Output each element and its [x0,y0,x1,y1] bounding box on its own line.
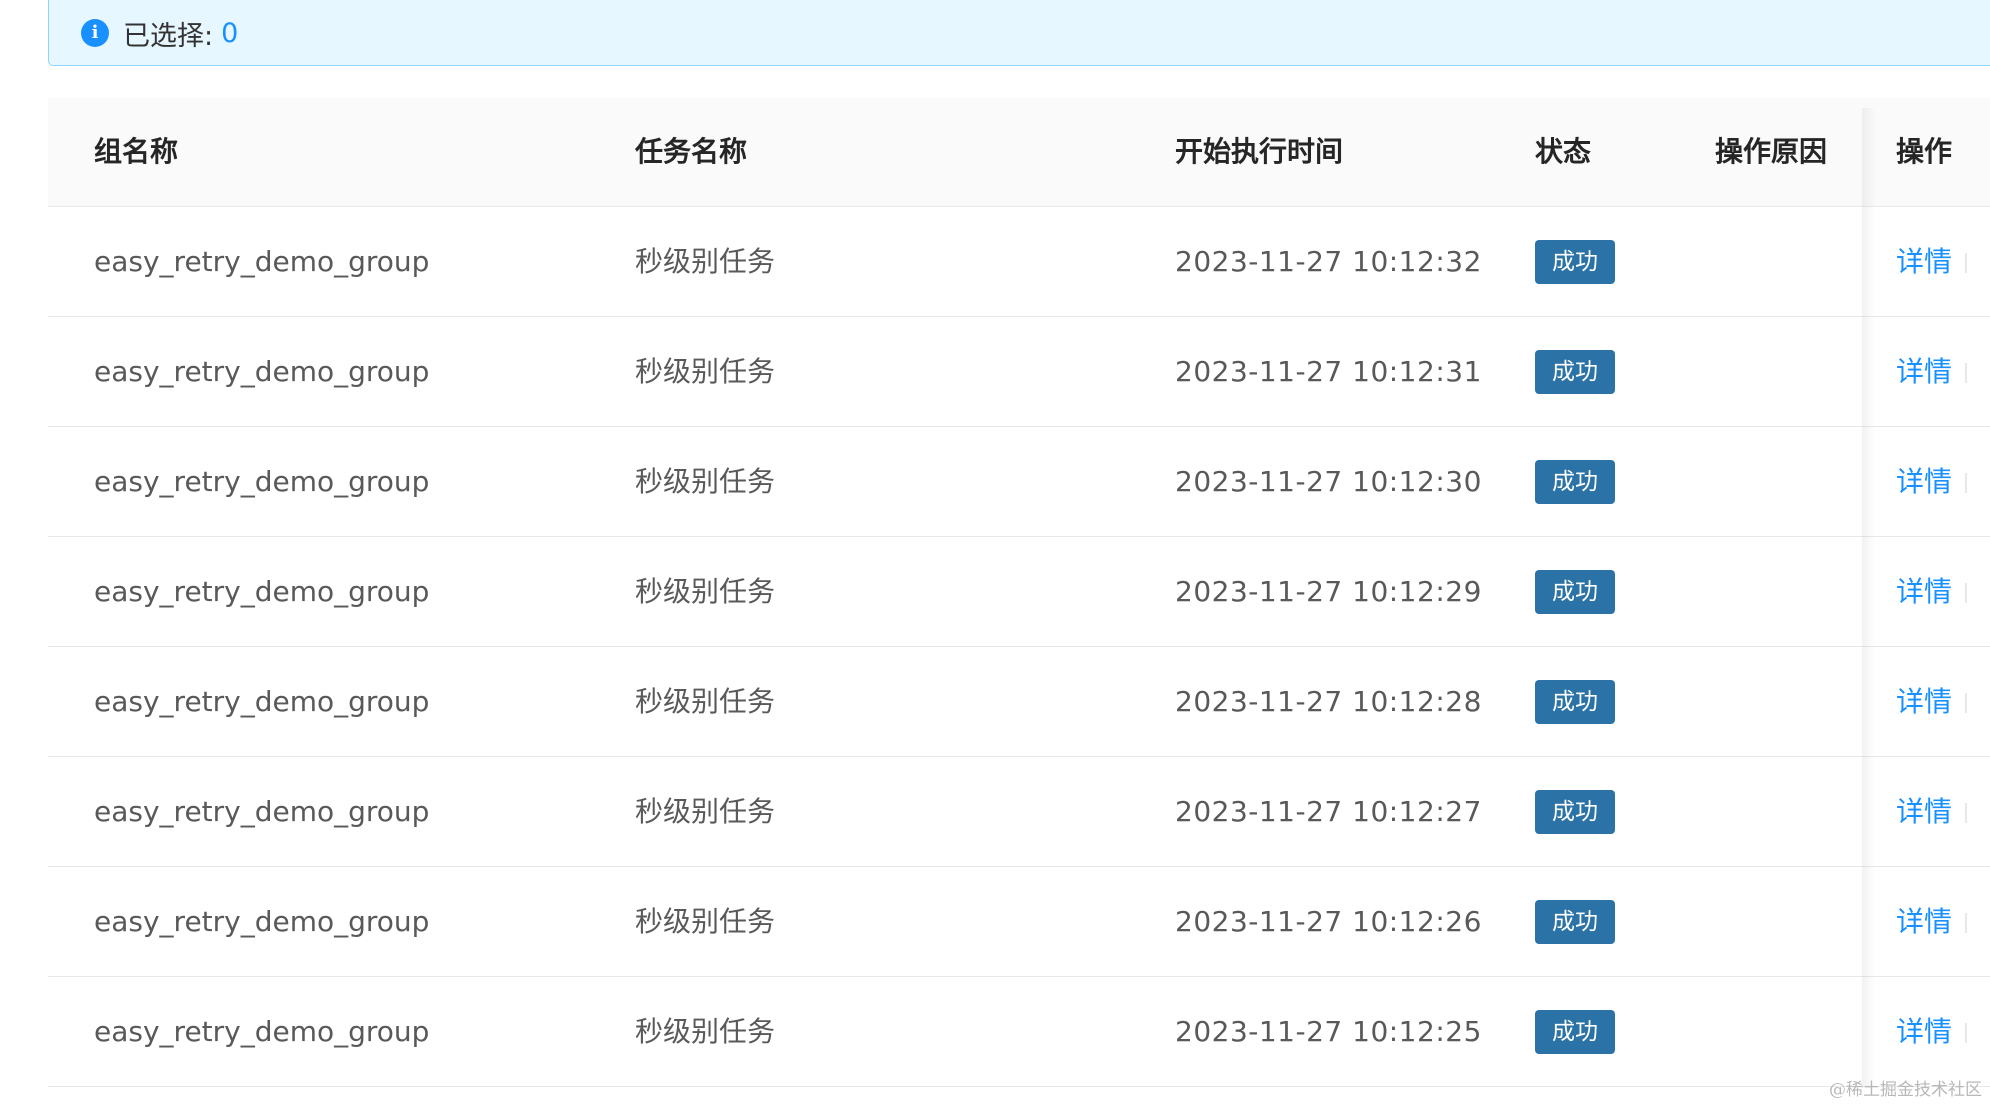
detail-link[interactable]: 详情 [1896,207,1952,316]
cell-start-time: 2023-11-27 10:12:27 [1175,795,1482,828]
cell-group-name: easy_retry_demo_group [94,465,430,498]
detail-link[interactable]: 详情 [1896,977,1952,1086]
cell-task-name: 秒级别任务 [635,1015,776,1048]
table-row[interactable]: easy_retry_demo_group 秒级别任务 2023-11-27 10:… [48,867,1990,977]
selection-count: 0 [221,17,239,49]
task-log-table: 组名称 任务名称 开始执行时间 状态 操作原因 操作 easy_retry_de… [48,98,1990,1087]
detail-link[interactable]: 详情 [1896,757,1952,866]
cell-group-name: easy_retry_demo_group [94,355,430,388]
cell-group-name: easy_retry_demo_group [94,905,430,938]
detail-link[interactable]: 详情 [1896,647,1952,756]
cell-start-time: 2023-11-27 10:12:25 [1175,1015,1482,1048]
detail-link[interactable]: 详情 [1896,317,1952,426]
column-header-reason[interactable]: 操作原因 [1715,98,1827,206]
column-header-task[interactable]: 任务名称 [635,98,747,206]
cell-start-time: 2023-11-27 10:12:28 [1175,685,1482,718]
table-row[interactable]: easy_retry_demo_group 秒级别任务 2023-11-27 10:… [48,317,1990,427]
table-row[interactable]: easy_retry_demo_group 秒级别任务 2023-11-27 10:… [48,757,1990,867]
cell-group-name: easy_retry_demo_group [94,245,430,278]
status-badge: 成功 [1535,790,1615,834]
page: i 已选择: 0 组名称 任务名称 开始执行时间 状态 操作原因 操作 easy… [0,0,1990,1106]
status-badge: 成功 [1535,350,1615,394]
cell-group-name: easy_retry_demo_group [94,575,430,608]
column-header-operation: 操作 [1896,135,1953,168]
cell-start-time: 2023-11-27 10:12:30 [1175,465,1482,498]
cell-group-name: easy_retry_demo_group [94,685,430,718]
table-body: easy_retry_demo_group 秒级别任务 2023-11-27 10:… [48,207,1990,1087]
selection-alert: i 已选择: 0 [48,0,1990,66]
cell-task-name: 秒级别任务 [635,245,776,278]
status-badge: 成功 [1535,240,1615,284]
action-divider [1965,583,1967,603]
action-divider [1965,913,1967,933]
status-badge: 成功 [1535,680,1615,724]
table-row[interactable]: easy_retry_demo_group 秒级别任务 2023-11-27 10:… [48,427,1990,537]
cell-start-time: 2023-11-27 10:12:29 [1175,575,1482,608]
status-badge: 成功 [1535,1010,1615,1054]
detail-link[interactable]: 详情 [1896,867,1952,976]
cell-task-name: 秒级别任务 [635,355,776,388]
column-header-status[interactable]: 状态 [1535,98,1591,206]
detail-link[interactable]: 详情 [1896,537,1952,646]
cell-group-name: easy_retry_demo_group [94,795,430,828]
status-badge: 成功 [1535,570,1615,614]
action-divider [1965,473,1967,493]
info-icon: i [81,19,109,47]
selection-label: 已选择: [123,20,214,52]
table-row[interactable]: easy_retry_demo_group 秒级别任务 2023-11-27 10:… [48,647,1990,757]
watermark: @稀土掘金技术社区 [1829,1080,1982,1100]
cell-task-name: 秒级别任务 [635,465,776,498]
status-badge: 成功 [1535,460,1615,504]
action-divider [1965,693,1967,713]
detail-link[interactable]: 详情 [1896,427,1952,536]
action-divider [1965,253,1967,273]
table-header: 组名称 任务名称 开始执行时间 状态 操作原因 操作 [48,98,1990,207]
status-badge: 成功 [1535,900,1615,944]
cell-task-name: 秒级别任务 [635,685,776,718]
table-row[interactable]: easy_retry_demo_group 秒级别任务 2023-11-27 10:… [48,537,1990,647]
cell-start-time: 2023-11-27 10:12:32 [1175,245,1482,278]
cell-start-time: 2023-11-27 10:12:31 [1175,355,1482,388]
column-header-time[interactable]: 开始执行时间 [1175,98,1343,206]
column-header-group[interactable]: 组名称 [94,98,178,206]
table-row[interactable]: easy_retry_demo_group 秒级别任务 2023-11-27 10:… [48,207,1990,317]
cell-start-time: 2023-11-27 10:12:26 [1175,905,1482,938]
cell-task-name: 秒级别任务 [635,795,776,828]
table-row[interactable]: easy_retry_demo_group 秒级别任务 2023-11-27 10:… [48,977,1990,1087]
cell-group-name: easy_retry_demo_group [94,1015,430,1048]
action-divider [1965,803,1967,823]
cell-task-name: 秒级别任务 [635,575,776,608]
action-divider [1965,363,1967,383]
action-divider [1965,1023,1967,1043]
cell-task-name: 秒级别任务 [635,905,776,938]
